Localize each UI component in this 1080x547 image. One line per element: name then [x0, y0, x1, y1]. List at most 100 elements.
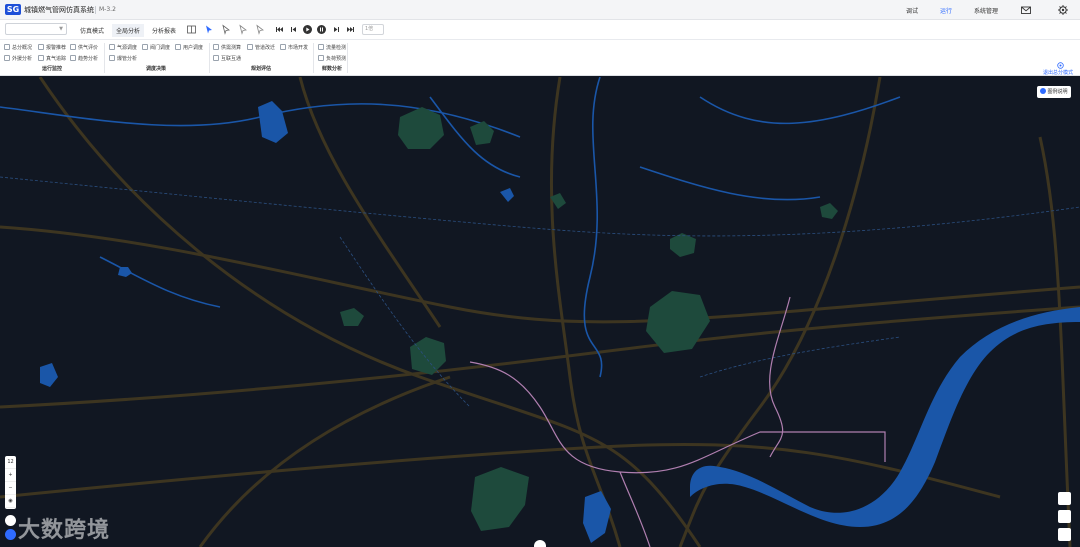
zoom-control: 12 + − ◉	[5, 456, 16, 509]
bottom-panel-toggle[interactable]	[534, 540, 546, 547]
ribbon-item-burst-analysis[interactable]: 爆管分析	[109, 55, 137, 62]
ribbon-item-trend-analysis[interactable]: 趋势分析	[70, 55, 98, 62]
zoom-in-button[interactable]: +	[5, 469, 16, 482]
app-logo: SG	[5, 4, 21, 15]
market-icon	[280, 44, 286, 50]
skip-to-start-icon[interactable]	[274, 24, 285, 35]
ribbon-item-load-forecast[interactable]: 负荷预测	[318, 55, 346, 62]
menu-debug[interactable]: 调试	[906, 6, 918, 15]
legend-button[interactable]: 图例说明	[1037, 86, 1071, 98]
evaluation-icon	[70, 44, 76, 50]
split-view-icon[interactable]	[186, 24, 197, 35]
tab-simulation-mode[interactable]: 仿真模式	[80, 26, 104, 35]
pause-icon[interactable]	[316, 24, 327, 35]
ribbon-item-label: 总分概况	[12, 45, 33, 51]
compass-button[interactable]	[5, 529, 16, 540]
ribbon-divider	[313, 43, 314, 73]
ribbon-item-gas-tracking[interactable]: 真气追踪	[38, 55, 66, 62]
ribbon-group-label: 规划评估	[251, 66, 272, 72]
map-tool-button-2[interactable]	[1058, 510, 1071, 523]
ribbon-item-source-dispatch[interactable]: 气源调度	[109, 44, 137, 51]
ribbon-item-supply-demand[interactable]: 供需测算	[213, 44, 241, 51]
ribbon-item-label: 爆管分析	[117, 56, 138, 62]
ribbon-item-external-analysis[interactable]: 外援分析	[4, 55, 32, 62]
map-tool-button-1[interactable]	[1058, 492, 1071, 505]
title-bar: SG 城镇燃气管网仿真系统 M-3.2 调试 运行 系统管理	[0, 0, 1080, 20]
ribbon-group-label: 调度决策	[146, 66, 167, 72]
pointer-add-icon[interactable]	[237, 24, 248, 35]
watermark: 大数跨境	[18, 518, 111, 543]
ribbon-item-alarm-recommend[interactable]: 报警推荐	[38, 44, 66, 51]
ribbon-group-label: 运行监控	[42, 66, 63, 72]
ribbon-item-label: 报警推荐	[46, 45, 67, 51]
trend-icon	[70, 55, 76, 61]
menu-run[interactable]: 运行	[940, 6, 952, 15]
burst-icon	[109, 55, 115, 61]
valve-icon	[142, 44, 148, 50]
mail-icon[interactable]	[1020, 4, 1032, 16]
locate-icon[interactable]: ◉	[5, 495, 16, 508]
ribbon-item-label: 气源调度	[117, 45, 138, 51]
app-version: M-3.2	[99, 6, 116, 13]
speed-value: 1倍	[365, 26, 374, 32]
layers-button[interactable]	[5, 515, 16, 526]
ribbon-item-user-dispatch[interactable]: 用户调度	[175, 44, 203, 51]
chevron-down-icon: ▼	[59, 26, 63, 32]
pointer-remove-icon[interactable]	[254, 24, 265, 35]
title-divider	[95, 6, 96, 14]
link-icon	[213, 55, 219, 61]
ribbon-item-supply-evaluation[interactable]: 供气评价	[70, 44, 98, 51]
ribbon-item-label: 供气评价	[78, 45, 99, 51]
source-icon	[109, 44, 115, 50]
speed-select[interactable]: 1倍	[362, 24, 384, 35]
legend-label: 图例说明	[1047, 89, 1068, 95]
user-icon	[175, 44, 181, 50]
ribbon-item-label: 供需测算	[221, 45, 242, 51]
ribbon-item-overview[interactable]: 总分概况	[4, 44, 32, 51]
overview-icon	[4, 44, 10, 50]
map-tool-button-3[interactable]	[1058, 528, 1071, 541]
app-title: 城镇燃气管网仿真系统	[24, 6, 94, 14]
ribbon-item-label: 市场开发	[288, 45, 309, 51]
legend-icon	[1040, 88, 1047, 94]
forecast-icon	[318, 55, 324, 61]
ribbon-item-interconnection[interactable]: 互联互通	[213, 55, 241, 62]
ribbon-item-market-development[interactable]: 市场开发	[280, 44, 308, 51]
ribbon-divider	[104, 43, 105, 73]
toolbar: ▼ 仿真模式 全局分析 分析报表 1倍	[0, 20, 1080, 40]
ribbon-panel: 总分概况 报警推荐 供气评价 外援分析 真气追踪 趋势分析 运行监控 气源调度 …	[0, 40, 1080, 76]
ribbon-item-label: 流量检测	[326, 45, 347, 51]
ribbon-item-label: 阀门调度	[150, 45, 171, 51]
scenario-select[interactable]: ▼	[5, 23, 67, 35]
pipe-icon	[247, 44, 253, 50]
exit-mode-button[interactable]: 退出总分模式	[1043, 69, 1073, 76]
tab-analysis-report[interactable]: 分析报表	[152, 26, 176, 35]
ribbon-item-label: 管道改迁	[255, 45, 276, 51]
pointer-outline-icon[interactable]	[220, 24, 231, 35]
ribbon-divider	[347, 43, 348, 73]
ribbon-item-label: 负荷预测	[326, 56, 347, 62]
ribbon-item-label: 互联互通	[221, 56, 242, 62]
ribbon-item-valve-dispatch[interactable]: 阀门调度	[142, 44, 170, 51]
map-canvas[interactable]	[0, 77, 1080, 547]
ribbon-item-pipe-relocation[interactable]: 管道改迁	[247, 44, 275, 51]
exit-icon[interactable]	[1057, 62, 1064, 69]
zoom-out-button[interactable]: −	[5, 482, 16, 495]
calc-icon	[213, 44, 219, 50]
analysis-icon	[4, 55, 10, 61]
ribbon-item-flow-detection[interactable]: 流量检测	[318, 44, 346, 51]
skip-to-end-icon[interactable]	[345, 24, 356, 35]
ribbon-item-label: 真气追踪	[46, 56, 67, 62]
step-back-icon[interactable]	[288, 24, 299, 35]
select-pointer-icon[interactable]	[203, 24, 214, 35]
menu-system-admin[interactable]: 系统管理	[974, 6, 998, 15]
ribbon-divider	[209, 43, 210, 73]
step-forward-icon[interactable]	[331, 24, 342, 35]
tab-global-analysis[interactable]: 全局分析	[112, 24, 145, 37]
gear-icon[interactable]	[1057, 4, 1069, 16]
ribbon-item-label: 用户调度	[183, 45, 204, 51]
play-icon[interactable]	[302, 24, 313, 35]
ribbon-group-label: 鲜数分析	[322, 66, 343, 72]
ribbon-item-label: 外援分析	[12, 56, 33, 62]
zoom-level: 12	[5, 456, 16, 469]
